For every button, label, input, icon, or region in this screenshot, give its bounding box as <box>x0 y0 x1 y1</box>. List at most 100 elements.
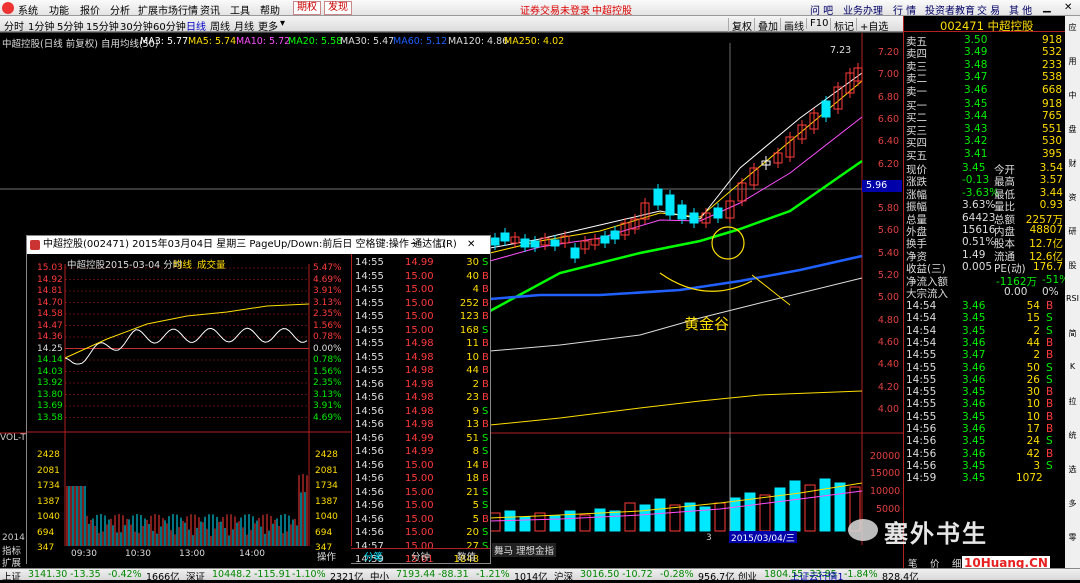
menu-item-system[interactable]: 系统 <box>18 2 38 17</box>
popup-tick-price: 15.00 <box>405 473 434 484</box>
index-pct: -1.84% <box>844 569 878 580</box>
indicator-tab-lixiang[interactable]: 理想金指 <box>514 543 557 557</box>
period-tab-daily[interactable]: 日线 <box>186 18 206 33</box>
popup-tick-time: 14:55 <box>355 351 384 363</box>
period-tab-weekly[interactable]: 周线 <box>210 18 230 33</box>
sidebar-item[interactable]: 用 <box>1066 56 1079 67</box>
index-pct: -1.21% <box>476 569 510 580</box>
tick-dir: B <box>1046 423 1054 435</box>
period-tab-30min[interactable]: 30分钟 <box>120 18 153 33</box>
price-axis-label: 6.20 <box>877 158 899 170</box>
indicator-tab-wuma[interactable]: 舞马 <box>492 543 516 557</box>
investor-edu-button[interactable]: 投资者教育 <box>925 2 975 17</box>
popup-title-bar[interactable]: 中超控股(002471) 2015年03月04日 星期三 PageUp/Down… <box>27 236 490 254</box>
app-logo-icon <box>2 2 14 14</box>
menu-item-news[interactable]: 资讯 <box>200 2 220 17</box>
menu-item-help[interactable]: 帮助 <box>260 2 280 17</box>
intraday-pct-label: 3.13% <box>313 297 342 308</box>
menu-item-tools[interactable]: 工具 <box>230 2 250 17</box>
popup-tab-operate[interactable]: 操作 <box>317 549 336 563</box>
price-axis-label: 5.60 <box>877 225 899 237</box>
popup-close-button[interactable]: ✕ <box>467 236 475 254</box>
sidebar-item[interactable]: 股 <box>1066 260 1079 271</box>
sidebar-item[interactable]: 盘 <box>1066 124 1079 135</box>
period-tab-60min[interactable]: 60分钟 <box>153 18 186 33</box>
menu-item-analysis[interactable]: 分析 <box>110 2 130 17</box>
sidebar-item[interactable]: 拉 <box>1066 396 1079 407</box>
popup-tick-dir: B <box>482 392 489 403</box>
ma-label-30: MA30: 5.47 <box>340 36 395 47</box>
menu-item-function[interactable]: 功能 <box>49 2 69 17</box>
menu-item-quote[interactable]: 报价 <box>80 2 100 17</box>
sidebar-item[interactable]: 统 <box>1066 430 1079 441</box>
sidebar-item[interactable]: 资 <box>1066 192 1079 203</box>
tick-vol: 17 <box>1026 423 1040 435</box>
tick-price: 3.45 <box>962 324 986 337</box>
close-button[interactable]: ✕ <box>1064 2 1072 13</box>
candle-body <box>821 100 831 118</box>
quote-button[interactable]: 行 情 <box>893 2 916 17</box>
sidebar-item[interactable]: 零 <box>1066 532 1079 543</box>
index-value: 10448.2 <box>212 569 252 580</box>
period-tab-more[interactable]: 更多 <box>258 18 278 33</box>
popup-tick-time: 14:55 <box>355 284 384 295</box>
tick-dir: S <box>1046 312 1053 325</box>
intraday-price-label: 13.92 <box>37 378 63 388</box>
popup-tick-vol: 2 <box>472 378 479 390</box>
tick-vol: 2 <box>1033 349 1040 362</box>
tick-vol: 24 <box>1026 435 1040 448</box>
sidebar-item[interactable]: RSI <box>1066 294 1079 303</box>
business-button[interactable]: 业务办理 <box>843 2 883 17</box>
popup-tab-values[interactable]: 数值 <box>457 549 476 563</box>
bid-price-1: 3.45 <box>964 98 988 110</box>
sidebar-item[interactable]: 财 <box>1066 158 1079 169</box>
period-tab-intraday[interactable]: 分时 <box>4 18 24 33</box>
f10-button[interactable]: F10 <box>806 18 828 29</box>
popup-date: 2015-03-04 分时 <box>105 260 183 271</box>
minimize-button[interactable]: ▁ <box>1043 2 1051 13</box>
index-pct: -0.28% <box>660 569 694 580</box>
other-button[interactable]: 其 他 <box>1009 2 1032 17</box>
period-tab-1min[interactable]: 1分钟 <box>28 18 54 33</box>
trade-button[interactable]: 交 易 <box>977 2 1000 17</box>
period-tab-15min[interactable]: 15分钟 <box>86 18 119 33</box>
popup-maximize-button[interactable]: ☐ <box>437 236 446 254</box>
popup-tick-dir: S <box>482 527 489 538</box>
sidebar-item[interactable]: K <box>1066 362 1079 371</box>
sidebar-item[interactable]: 中 <box>1066 90 1079 101</box>
popup-minimize-button[interactable]: ─ <box>411 236 417 254</box>
sidebar-item[interactable]: 简 <box>1066 328 1079 339</box>
add-watchlist-button[interactable]: +自选 <box>856 18 888 33</box>
popup-tab-minutes[interactable]: 分钟 <box>411 549 430 563</box>
tick-vol: 50 <box>1026 361 1040 374</box>
sidebar-item[interactable]: 研 <box>1066 226 1079 237</box>
intraday-chart[interactable] <box>27 254 351 564</box>
chevron-down-icon[interactable]: ▾ <box>280 18 285 29</box>
title-stock-name: 中超控股 <box>592 6 632 17</box>
popup-tick-price: 14.98 <box>405 405 434 417</box>
popup-tick-dir: B <box>482 459 489 471</box>
popup-tab-ticks[interactable]: 分笔 <box>364 549 383 563</box>
intraday-popup-window[interactable]: 中超控股(002471) 2015年03月04日 星期三 PageUp/Down… <box>26 235 491 565</box>
menu-item-ext-market[interactable]: 扩展市场行情 <box>138 2 198 17</box>
popup-tick-vol: 4 <box>472 284 479 295</box>
period-tab-5min[interactable]: 5分钟 <box>57 18 83 33</box>
overlay-button[interactable]: 叠加 <box>754 18 778 33</box>
mark-button[interactable]: 标记 <box>830 18 854 33</box>
options-button[interactable]: 期权 <box>293 1 321 15</box>
discover-button[interactable]: 发现 <box>324 1 352 15</box>
draw-button[interactable]: 画线 <box>780 18 804 33</box>
extend-tab[interactable]: 扩展 <box>2 555 21 569</box>
popup-tick-time: 14:55 <box>355 257 384 268</box>
tick-price: 3.45 <box>962 386 986 399</box>
ask-button[interactable]: 问 吧 <box>810 2 833 17</box>
sidebar-item[interactable]: 选 <box>1066 464 1079 475</box>
adjust-button[interactable]: 复权 <box>728 18 752 33</box>
sidebar-item[interactable]: 多 <box>1066 498 1079 509</box>
popup-tick-dir: B <box>482 270 489 282</box>
intraday-vol-label: 1387 <box>37 496 60 507</box>
ask-price-5: 3.50 <box>964 34 988 46</box>
tick-price: 3.46 <box>962 447 986 460</box>
sidebar-item[interactable]: 应 <box>1066 22 1079 33</box>
period-tab-monthly[interactable]: 月线 <box>234 18 254 33</box>
